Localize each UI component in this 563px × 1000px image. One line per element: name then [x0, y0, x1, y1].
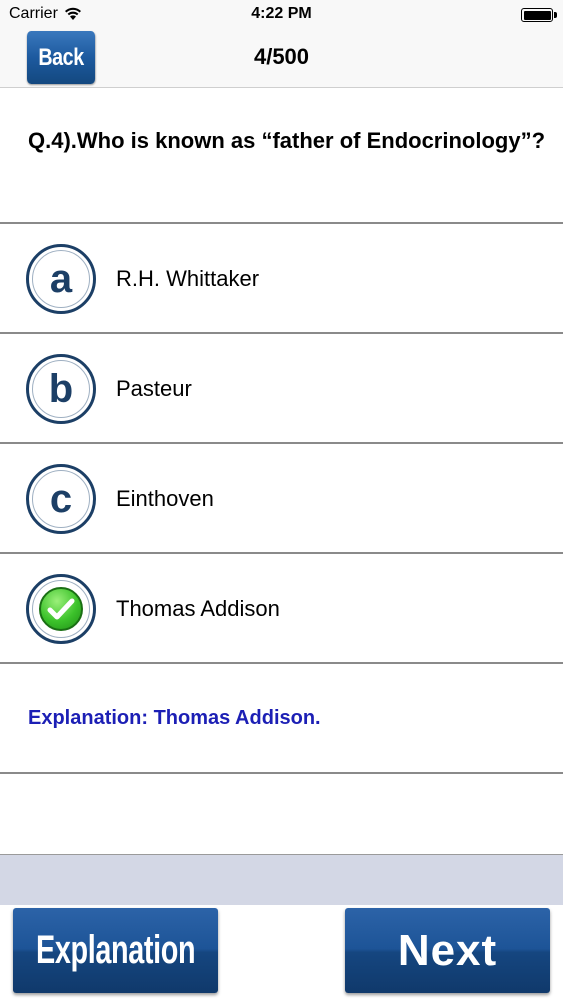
question-text: Q.4).Who is known as “father of Endocrin… [28, 128, 546, 153]
next-button[interactable]: Next [345, 908, 550, 993]
nav-bar: Back 4/500 [0, 30, 563, 88]
option-a-badge-icon: a [26, 244, 96, 314]
option-c-badge-icon: c [26, 464, 96, 534]
checkmark-icon [39, 587, 83, 631]
status-time: 4:22 PM [251, 5, 312, 22]
footer-bar: Explanation Next [0, 905, 563, 1000]
option-letter: c [32, 470, 90, 528]
option-text: R.H. Whittaker [116, 266, 260, 291]
status-bar: Carrier 4:22 PM [0, 0, 563, 30]
divider [0, 772, 563, 774]
option-letter: a [32, 250, 90, 308]
option-d[interactable]: Thomas Addison [0, 554, 563, 662]
option-c[interactable]: c Einthoven [0, 444, 563, 552]
explanation-text: Explanation: Thomas Addison. [28, 707, 321, 729]
explanation-button[interactable]: Explanation [13, 908, 218, 993]
option-d-badge [26, 574, 96, 644]
question-counter: 4/500 [253, 44, 310, 69]
battery-icon [521, 8, 557, 22]
option-b[interactable]: b Pasteur [0, 334, 563, 442]
option-text: Einthoven [116, 486, 214, 511]
next-button-label: Next [397, 925, 498, 975]
explanation-button-label: Explanation [35, 928, 196, 972]
option-letter: b [32, 360, 90, 418]
option-text: Pasteur [116, 376, 192, 401]
option-b-badge-icon: b [26, 354, 96, 424]
divider [0, 662, 563, 664]
option-text: Thomas Addison [116, 596, 280, 621]
bottom-band [0, 855, 563, 905]
option-a[interactable]: a R.H. Whittaker [0, 224, 563, 332]
